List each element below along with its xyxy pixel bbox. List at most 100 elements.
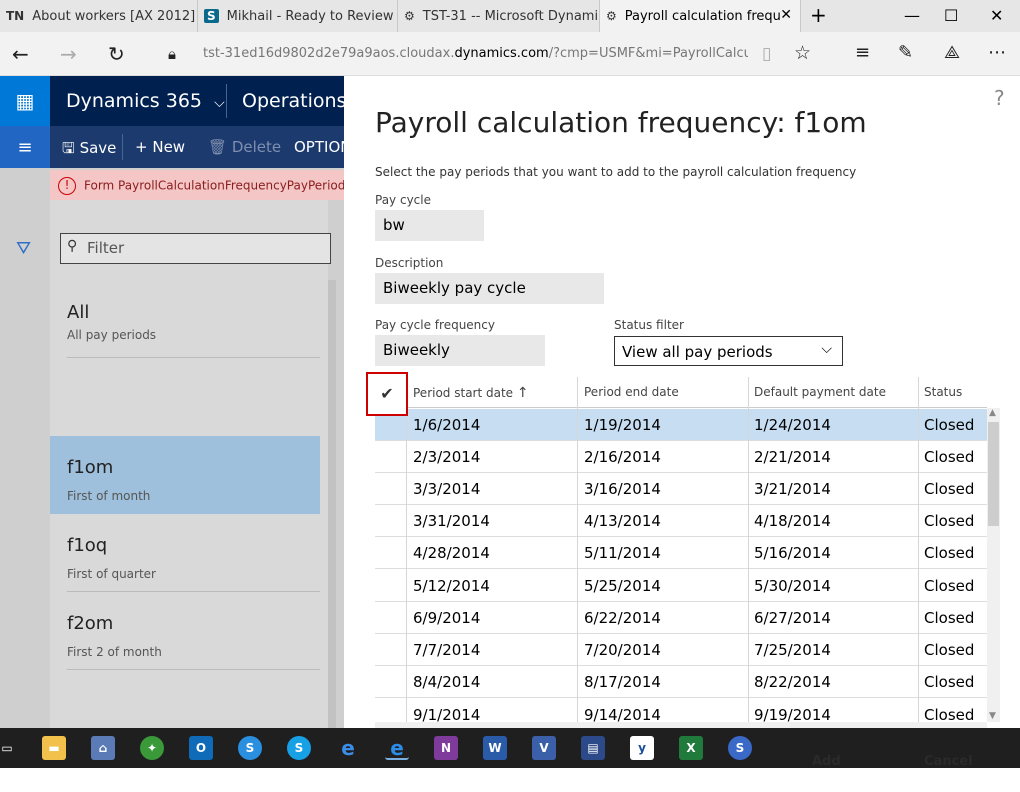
select-all-checkbox[interactable]: ✔: [366, 372, 408, 416]
brand-title[interactable]: Dynamics 365 ⌵: [66, 90, 225, 112]
column-header-status[interactable]: Status: [924, 385, 962, 399]
table-row[interactable]: 4/28/2014 5/11/2014 5/16/2014 Closed: [375, 537, 987, 569]
network-icon[interactable]: ⌂: [91, 736, 115, 760]
skype-icon[interactable]: S: [287, 736, 311, 760]
list-item-title: f1oq: [67, 535, 108, 556]
url-domain: dynamics.com: [454, 46, 549, 61]
grid-scroll-thumb[interactable]: [988, 422, 999, 526]
column-header-payment[interactable]: Default payment date: [754, 385, 886, 399]
chevron-down-icon: ⌵: [821, 341, 832, 357]
dynamics-icon: ⚙: [606, 9, 617, 23]
save-button[interactable]: 🖫︎ Save: [62, 138, 116, 163]
close-tab-icon[interactable]: ✕: [780, 7, 792, 23]
table-cell: 5/12/2014: [413, 577, 490, 595]
skype-business-icon[interactable]: S: [238, 736, 262, 760]
word-icon[interactable]: W: [483, 736, 507, 760]
hub-icon[interactable]: ≡: [855, 42, 870, 63]
table-row[interactable]: 3/31/2014 4/13/2014 4/18/2014 Closed: [375, 505, 987, 537]
visio-icon[interactable]: V: [532, 736, 556, 760]
filter-icon[interactable]: ⛛: [16, 238, 31, 259]
table-cell: 1/6/2014: [413, 416, 481, 434]
back-icon[interactable]: ←: [12, 42, 29, 66]
excel-icon[interactable]: X: [679, 736, 703, 760]
new-button[interactable]: + New: [135, 138, 185, 156]
status-filter-label: Status filter: [614, 318, 684, 332]
web-note-icon[interactable]: ✎: [898, 42, 913, 63]
table-row[interactable]: 6/9/2014 6/22/2014 6/27/2014 Closed: [375, 602, 987, 634]
onenote-icon[interactable]: N: [434, 736, 458, 760]
table-cell: Closed: [924, 641, 975, 659]
table-cell: 6/27/2014: [754, 609, 831, 627]
dynamics-icon: ⚙: [404, 9, 415, 23]
cancel-button[interactable]: Cancel: [924, 754, 973, 769]
frequency-field: Biweekly: [375, 335, 545, 366]
scroll-down-icon[interactable]: ▼: [989, 711, 996, 721]
list-item-subtitle: First of quarter: [67, 567, 156, 581]
browser-tab-2[interactable]: S Mikhail - Ready to Review f: [198, 0, 398, 32]
list-item-f1om[interactable]: f1om First of month: [50, 436, 320, 514]
yammer-icon[interactable]: y: [630, 736, 654, 760]
browser-tab-3[interactable]: ⚙ TST-31 -- Microsoft Dynami: [398, 0, 600, 32]
close-window-icon[interactable]: ✕: [990, 6, 1003, 25]
table-row[interactable]: 9/1/2014 9/14/2014 9/19/2014 Closed: [375, 699, 987, 724]
server-manager-icon[interactable]: ▤: [581, 736, 605, 760]
refresh-icon[interactable]: ↻: [108, 42, 125, 66]
column-divider: [577, 377, 578, 728]
header-divider: [226, 84, 227, 118]
forward-icon[interactable]: →: [60, 42, 77, 66]
list-scrollbar[interactable]: [328, 280, 336, 728]
add-button[interactable]: Add: [812, 754, 841, 769]
reading-view-icon[interactable]: ▯: [762, 44, 771, 64]
table-cell: 4/13/2014: [584, 512, 661, 530]
filter-input[interactable]: ⚲ Filter: [60, 233, 331, 264]
app-launcher-icon[interactable]: ▦: [0, 76, 50, 126]
table-row[interactable]: 7/7/2014 7/20/2014 7/25/2014 Closed: [375, 634, 987, 666]
browser-tab-4[interactable]: ⚙ Payroll calculation frequ ✕: [600, 0, 801, 32]
status-filter-select[interactable]: View all pay periods ⌵: [614, 336, 843, 366]
column-header-start[interactable]: Period start date ↑: [413, 385, 529, 401]
bottom-strip: [0, 768, 1020, 792]
browser-tab-1[interactable]: TN About workers [AX 2012]: [0, 0, 198, 32]
firefox-icon[interactable]: S: [728, 736, 752, 760]
url-field[interactable]: tst-31ed16d9802d2e79a9aos.cloudax.dynami…: [203, 46, 748, 61]
outlook-icon[interactable]: O: [189, 736, 213, 760]
table-cell: 5/16/2014: [754, 544, 831, 562]
table-row[interactable]: 1/6/2014 1/19/2014 1/24/2014 Closed: [375, 409, 987, 441]
options-tab[interactable]: OPTION: [294, 138, 351, 156]
more-icon[interactable]: ⋯: [988, 42, 1006, 63]
description-label: Description: [375, 256, 444, 270]
table-cell: Closed: [924, 577, 975, 595]
table-row[interactable]: 5/12/2014 5/25/2014 5/30/2014 Closed: [375, 570, 987, 602]
table-cell: 2/3/2014: [413, 448, 481, 466]
scroll-up-icon[interactable]: ▲: [989, 408, 996, 418]
table-row[interactable]: 2/3/2014 2/16/2014 2/21/2014 Closed: [375, 441, 987, 473]
dialog-instruction: Select the pay periods that you want to …: [375, 165, 857, 179]
green-app-icon[interactable]: ✦: [140, 736, 164, 760]
table-cell: Closed: [924, 609, 975, 627]
maximize-icon[interactable]: ☐: [944, 6, 958, 25]
internet-explorer-icon[interactable]: e: [336, 736, 360, 760]
list-item-f1oq[interactable]: f1oq First of quarter: [50, 514, 320, 592]
column-divider: [748, 377, 749, 728]
list-item-all[interactable]: All All pay periods: [50, 280, 320, 358]
list-item-f2om[interactable]: f2om First 2 of month: [50, 592, 320, 670]
hamburger-menu-icon[interactable]: ≡: [0, 126, 50, 168]
minimize-icon[interactable]: —: [904, 6, 920, 25]
edge-icon[interactable]: e: [385, 736, 409, 760]
new-tab-icon[interactable]: +: [810, 3, 827, 27]
table-row[interactable]: 8/4/2014 8/17/2014 8/22/2014 Closed: [375, 666, 987, 698]
table-row[interactable]: 3/3/2014 3/16/2014 3/21/2014 Closed: [375, 473, 987, 505]
table-cell: 7/25/2014: [754, 641, 831, 659]
task-view-icon[interactable]: ▭: [0, 736, 14, 760]
table-cell: 3/3/2014: [413, 480, 481, 498]
favorite-star-icon[interactable]: ☆: [794, 42, 811, 64]
error-message-bar: ! Form PayrollCalculationFrequencyPayPeri…: [50, 170, 344, 200]
share-icon[interactable]: ⟁: [944, 42, 960, 63]
sort-ascending-icon: ↑: [516, 385, 529, 401]
delete-button[interactable]: 🗑︎ Delete: [208, 138, 281, 156]
file-explorer-icon[interactable]: ▬: [42, 736, 66, 760]
table-cell: 2/21/2014: [754, 448, 831, 466]
column-header-end[interactable]: Period end date: [584, 385, 679, 399]
table-cell: Closed: [924, 416, 975, 434]
help-icon[interactable]: ?: [994, 86, 1005, 110]
